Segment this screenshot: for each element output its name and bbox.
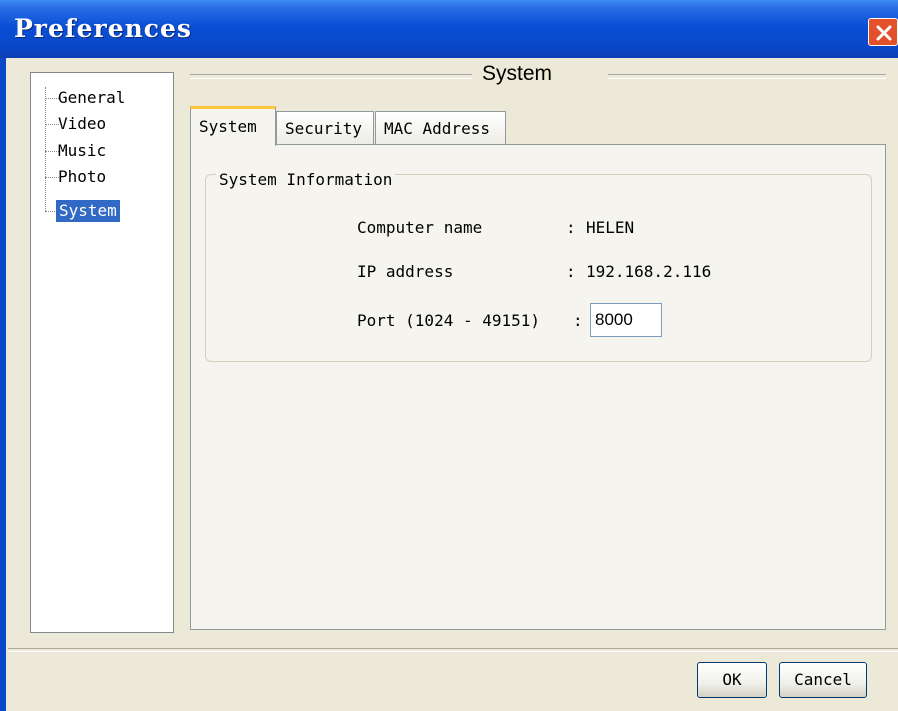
computer-name-value: HELEN <box>586 218 635 237</box>
computer-name-separator: : <box>566 218 576 237</box>
tree-item-system[interactable]: System <box>56 200 120 222</box>
title-bar[interactable]: Preferences <box>0 0 898 58</box>
tree-branch <box>45 151 59 152</box>
tab-security[interactable]: Security <box>276 111 374 145</box>
tree-item-video[interactable]: Video <box>58 113 106 135</box>
bottom-separator <box>8 648 898 652</box>
tree-connector-line <box>45 87 46 211</box>
window-title: Preferences <box>14 14 192 43</box>
port-separator: : <box>573 311 583 330</box>
ip-address-separator: : <box>566 262 576 281</box>
ip-address-label: IP address <box>357 262 454 281</box>
system-information-group <box>205 174 872 362</box>
preferences-window: Preferences General Video Music Photo Sy… <box>0 0 898 711</box>
close-icon <box>876 25 892 41</box>
section-title: System <box>482 62 553 85</box>
close-button[interactable] <box>868 18 898 46</box>
ip-address-value: 192.168.2.116 <box>586 262 712 281</box>
window-frame-left <box>0 58 6 711</box>
header-rule-left <box>190 74 472 79</box>
tree-branch <box>45 124 59 125</box>
tree-item-music[interactable]: Music <box>58 140 106 162</box>
cancel-button[interactable]: Cancel <box>779 662 867 698</box>
port-input[interactable]: 8000 <box>590 303 662 337</box>
tab-mac-address[interactable]: MAC Address <box>375 111 506 145</box>
ok-button[interactable]: OK <box>697 662 767 698</box>
group-legend: System Information <box>216 170 396 189</box>
tree-branch <box>45 177 59 178</box>
tree-branch <box>45 98 59 99</box>
tree-item-photo[interactable]: Photo <box>58 166 106 188</box>
port-label: Port (1024 - 49151) <box>357 311 541 330</box>
tab-system[interactable]: System <box>190 106 276 146</box>
category-tree[interactable]: General Video Music Photo System <box>30 72 174 633</box>
tree-item-general[interactable]: General <box>58 87 125 109</box>
computer-name-label: Computer name <box>357 218 483 237</box>
header-rule-right <box>608 74 886 79</box>
